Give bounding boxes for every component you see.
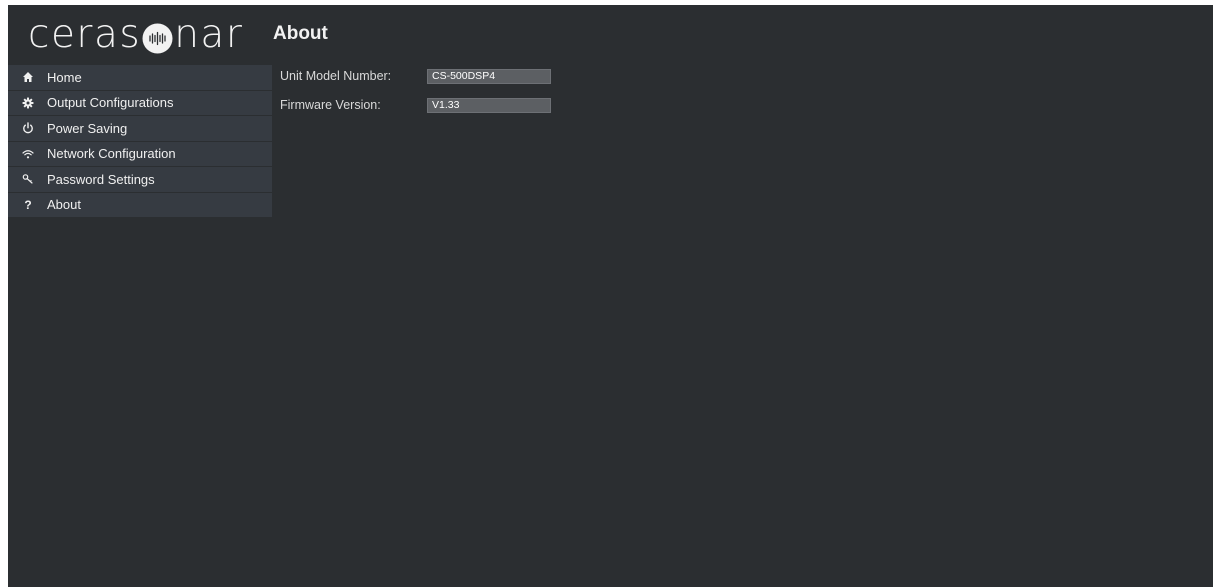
app-window: ceras nar About Home Output Configuratio…: [8, 5, 1213, 587]
gear-icon: [21, 96, 35, 110]
cerasonar-logo: ceras nar: [28, 15, 243, 55]
sidebar-item-label: Home: [47, 69, 82, 85]
sidebar-item-power-saving[interactable]: Power Saving: [8, 116, 272, 142]
wifi-icon: [21, 147, 35, 161]
sidebar-item-network-configuration[interactable]: Network Configuration: [8, 141, 272, 167]
sidebar-item-output-configurations[interactable]: Output Configurations: [8, 90, 272, 116]
sidebar-item-label: About: [47, 197, 81, 213]
page-title: About: [273, 23, 328, 44]
model-number-label: Unit Model Number:: [280, 69, 392, 83]
model-number-row: Unit Model Number: CS-500DSP4: [280, 68, 551, 84]
sidebar-nav: Home Output Configurations Power Saving …: [8, 65, 272, 218]
sidebar-item-label: Network Configuration: [47, 146, 176, 162]
sidebar-item-about[interactable]: ? About: [8, 192, 272, 218]
firmware-version-label: Firmware Version:: [280, 98, 381, 112]
firmware-version-value: V1.33: [427, 97, 551, 113]
firmware-version-row: Firmware Version: V1.33: [280, 97, 551, 113]
model-number-value: CS-500DSP4: [427, 68, 551, 84]
sidebar-item-label: Output Configurations: [47, 95, 174, 111]
sidebar-item-password-settings[interactable]: Password Settings: [8, 167, 272, 193]
sidebar-item-label: Power Saving: [47, 120, 128, 136]
sidebar-item-home[interactable]: Home: [8, 65, 272, 91]
question-icon: ?: [24, 197, 32, 212]
logo-text-start: ceras: [28, 12, 142, 57]
logo-sound-icon: [142, 23, 173, 54]
power-icon: [21, 121, 35, 135]
key-icon: [21, 172, 35, 186]
logo-text-end: nar: [174, 12, 244, 57]
home-icon: [21, 70, 35, 84]
sidebar-item-label: Password Settings: [47, 171, 155, 187]
